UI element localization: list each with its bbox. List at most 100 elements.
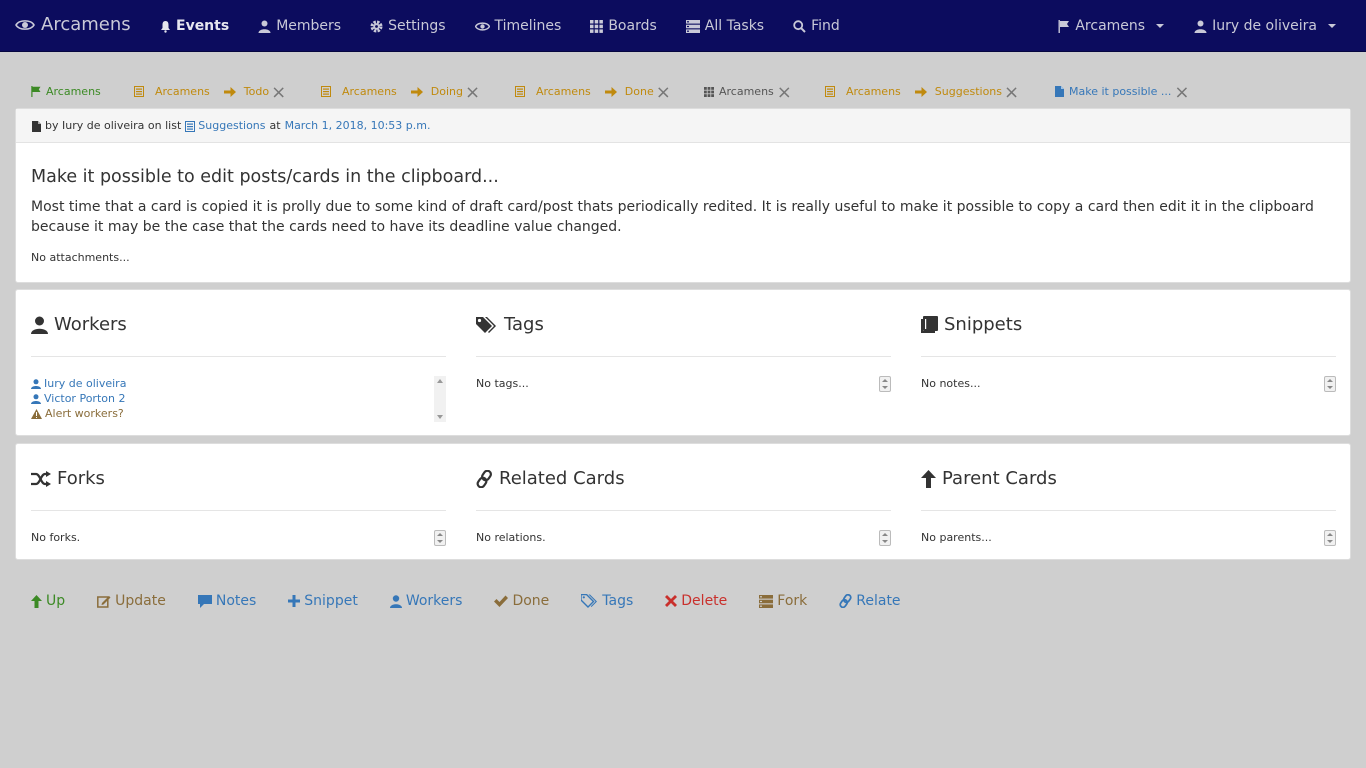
tags-label: Tags — [602, 593, 634, 609]
card-date-link[interactable]: March 1, 2018, 10:53 p.m. — [285, 119, 431, 132]
tab-board-label: Arcamens — [846, 84, 901, 98]
alert-workers-link[interactable]: Alert workers? — [31, 406, 126, 421]
list-icon — [825, 85, 835, 98]
close-icon[interactable]: × — [465, 84, 480, 102]
chevron-down-icon — [1328, 24, 1336, 28]
update-button[interactable]: Update — [97, 593, 166, 609]
tab-board-label: Arcamens — [342, 84, 397, 98]
card-at: at — [269, 119, 281, 132]
check-icon — [494, 593, 509, 609]
snippet-label: Snippet — [304, 593, 358, 609]
tags-button[interactable]: Tags — [581, 593, 633, 609]
divider — [31, 356, 446, 357]
brand-link[interactable]: Arcamens — [15, 14, 131, 35]
workers-tags-snippets-panel: Workers Iury de oliveira Victor Porton 2… — [15, 289, 1351, 436]
tab-card[interactable]: Make it possible ... × — [1055, 80, 1189, 102]
tab-board-label: Arcamens — [719, 84, 774, 98]
alert-workers-label: Alert workers? — [45, 407, 124, 420]
tab-list-label: Suggestions — [934, 84, 1003, 98]
parents-scroll-stepper[interactable] — [1324, 530, 1336, 546]
delete-button[interactable]: Delete — [665, 593, 727, 609]
top-navbar: Arcamens Events Members Settings Timelin… — [0, 0, 1366, 52]
notes-button[interactable]: Notes — [197, 593, 256, 609]
grid-icon — [590, 18, 604, 34]
done-button[interactable]: Done — [494, 593, 549, 609]
tab-organization[interactable]: Arcamens — [31, 80, 101, 102]
related-section: Related Cards No relations. — [476, 444, 892, 559]
grid-icon — [704, 85, 714, 98]
tab-board-label: Arcamens — [536, 84, 591, 98]
worker-name: Victor Porton 2 — [44, 392, 126, 405]
snippets-scroll-stepper[interactable] — [1324, 376, 1336, 392]
workers-button[interactable]: Workers — [389, 593, 462, 609]
list-item[interactable]: Victor Porton 2 — [31, 391, 126, 406]
fork-button[interactable]: Fork — [759, 593, 807, 609]
nav-find[interactable]: Find — [793, 18, 840, 34]
list-item[interactable]: Iury de oliveira — [31, 376, 126, 391]
forks-empty: No forks. — [31, 531, 81, 544]
tab-list-todo[interactable]: Arcamens Todo × — [134, 80, 286, 102]
close-icon[interactable]: × — [656, 84, 671, 102]
close-icon[interactable]: × — [271, 84, 286, 102]
snippets-section: Snippets No notes... — [921, 290, 1337, 435]
tab-list-doing[interactable]: Arcamens Doing × — [321, 80, 480, 102]
close-icon[interactable]: × — [1174, 84, 1189, 102]
nav-timelines[interactable]: Timelines — [474, 18, 561, 34]
update-label: Update — [115, 593, 166, 609]
workers-section: Workers Iury de oliveira Victor Porton 2… — [31, 290, 447, 435]
parents-title: Parent Cards — [942, 468, 1057, 489]
close-icon[interactable]: × — [1004, 84, 1019, 102]
workers-title: Workers — [54, 314, 127, 335]
shuffle-icon — [31, 468, 51, 489]
parents-section: Parent Cards No parents... — [921, 444, 1337, 559]
list-icon — [515, 85, 525, 98]
nav-events[interactable]: Events — [160, 18, 229, 34]
card-description: Most time that a card is copied it is pr… — [31, 199, 1314, 235]
plus-icon — [288, 593, 301, 609]
tab-list-suggestions[interactable]: Arcamens Suggestions × — [825, 80, 1019, 102]
forks-title: Forks — [57, 468, 105, 489]
nav-settings-label: Settings — [388, 18, 446, 34]
chevron-down-icon — [1156, 24, 1165, 28]
nav-events-label: Events — [176, 18, 230, 34]
close-icon[interactable]: × — [777, 84, 792, 102]
tags-scroll-stepper[interactable] — [879, 376, 891, 392]
card-actions: Up Update Notes Snippet Workers Done Tag… — [31, 591, 933, 611]
workers-scrollbar[interactable] — [434, 376, 446, 422]
nav-settings[interactable]: Settings — [370, 18, 446, 34]
parents-heading: Parent Cards — [921, 468, 1057, 489]
card-title: Make it possible to edit posts/cards in … — [31, 167, 499, 187]
comment-icon — [197, 593, 212, 609]
arrow-right-icon — [914, 85, 927, 98]
nav-find-label: Find — [811, 18, 840, 34]
user-icon — [31, 376, 41, 391]
relate-button[interactable]: Relate — [839, 593, 901, 609]
warning-icon — [31, 406, 42, 421]
tasks-icon — [759, 593, 774, 609]
nav-all-tasks[interactable]: All Tasks — [685, 18, 765, 34]
forks-scroll-stepper[interactable] — [434, 530, 446, 546]
nav-members[interactable]: Members — [258, 18, 341, 34]
forks-related-parents-panel: Forks No forks. Related Cards No relatio… — [15, 443, 1351, 560]
parents-empty: No parents... — [921, 531, 992, 544]
eye-icon — [15, 14, 35, 35]
tab-board[interactable]: Arcamens × — [704, 80, 792, 102]
tab-list-done[interactable]: Arcamens Done × — [515, 80, 671, 102]
card-list-link[interactable]: Suggestions — [185, 119, 266, 132]
related-scroll-stepper[interactable] — [879, 530, 891, 546]
up-label: Up — [46, 593, 66, 609]
tab-bar: Arcamens Arcamens Todo × Arcamens Doing … — [31, 80, 1351, 102]
card-meta: by Iury de oliveira on list Suggestions … — [16, 109, 1350, 143]
up-button[interactable]: Up — [31, 593, 65, 609]
nav-boards[interactable]: Boards — [590, 18, 657, 34]
brand-label: Arcamens — [41, 14, 131, 35]
list-icon — [134, 85, 144, 98]
user-dropdown[interactable]: Iury de oliveira — [1194, 18, 1336, 34]
forks-heading: Forks — [31, 468, 105, 489]
tab-list-label: Todo — [243, 84, 270, 98]
tab-board-label: Arcamens — [155, 84, 210, 98]
add-snippet-button[interactable]: Snippet — [288, 593, 358, 609]
nav-all-tasks-label: All Tasks — [704, 18, 765, 34]
organization-dropdown[interactable]: Arcamens — [1058, 18, 1165, 34]
tab-card-label: Make it possible ... — [1069, 84, 1172, 98]
